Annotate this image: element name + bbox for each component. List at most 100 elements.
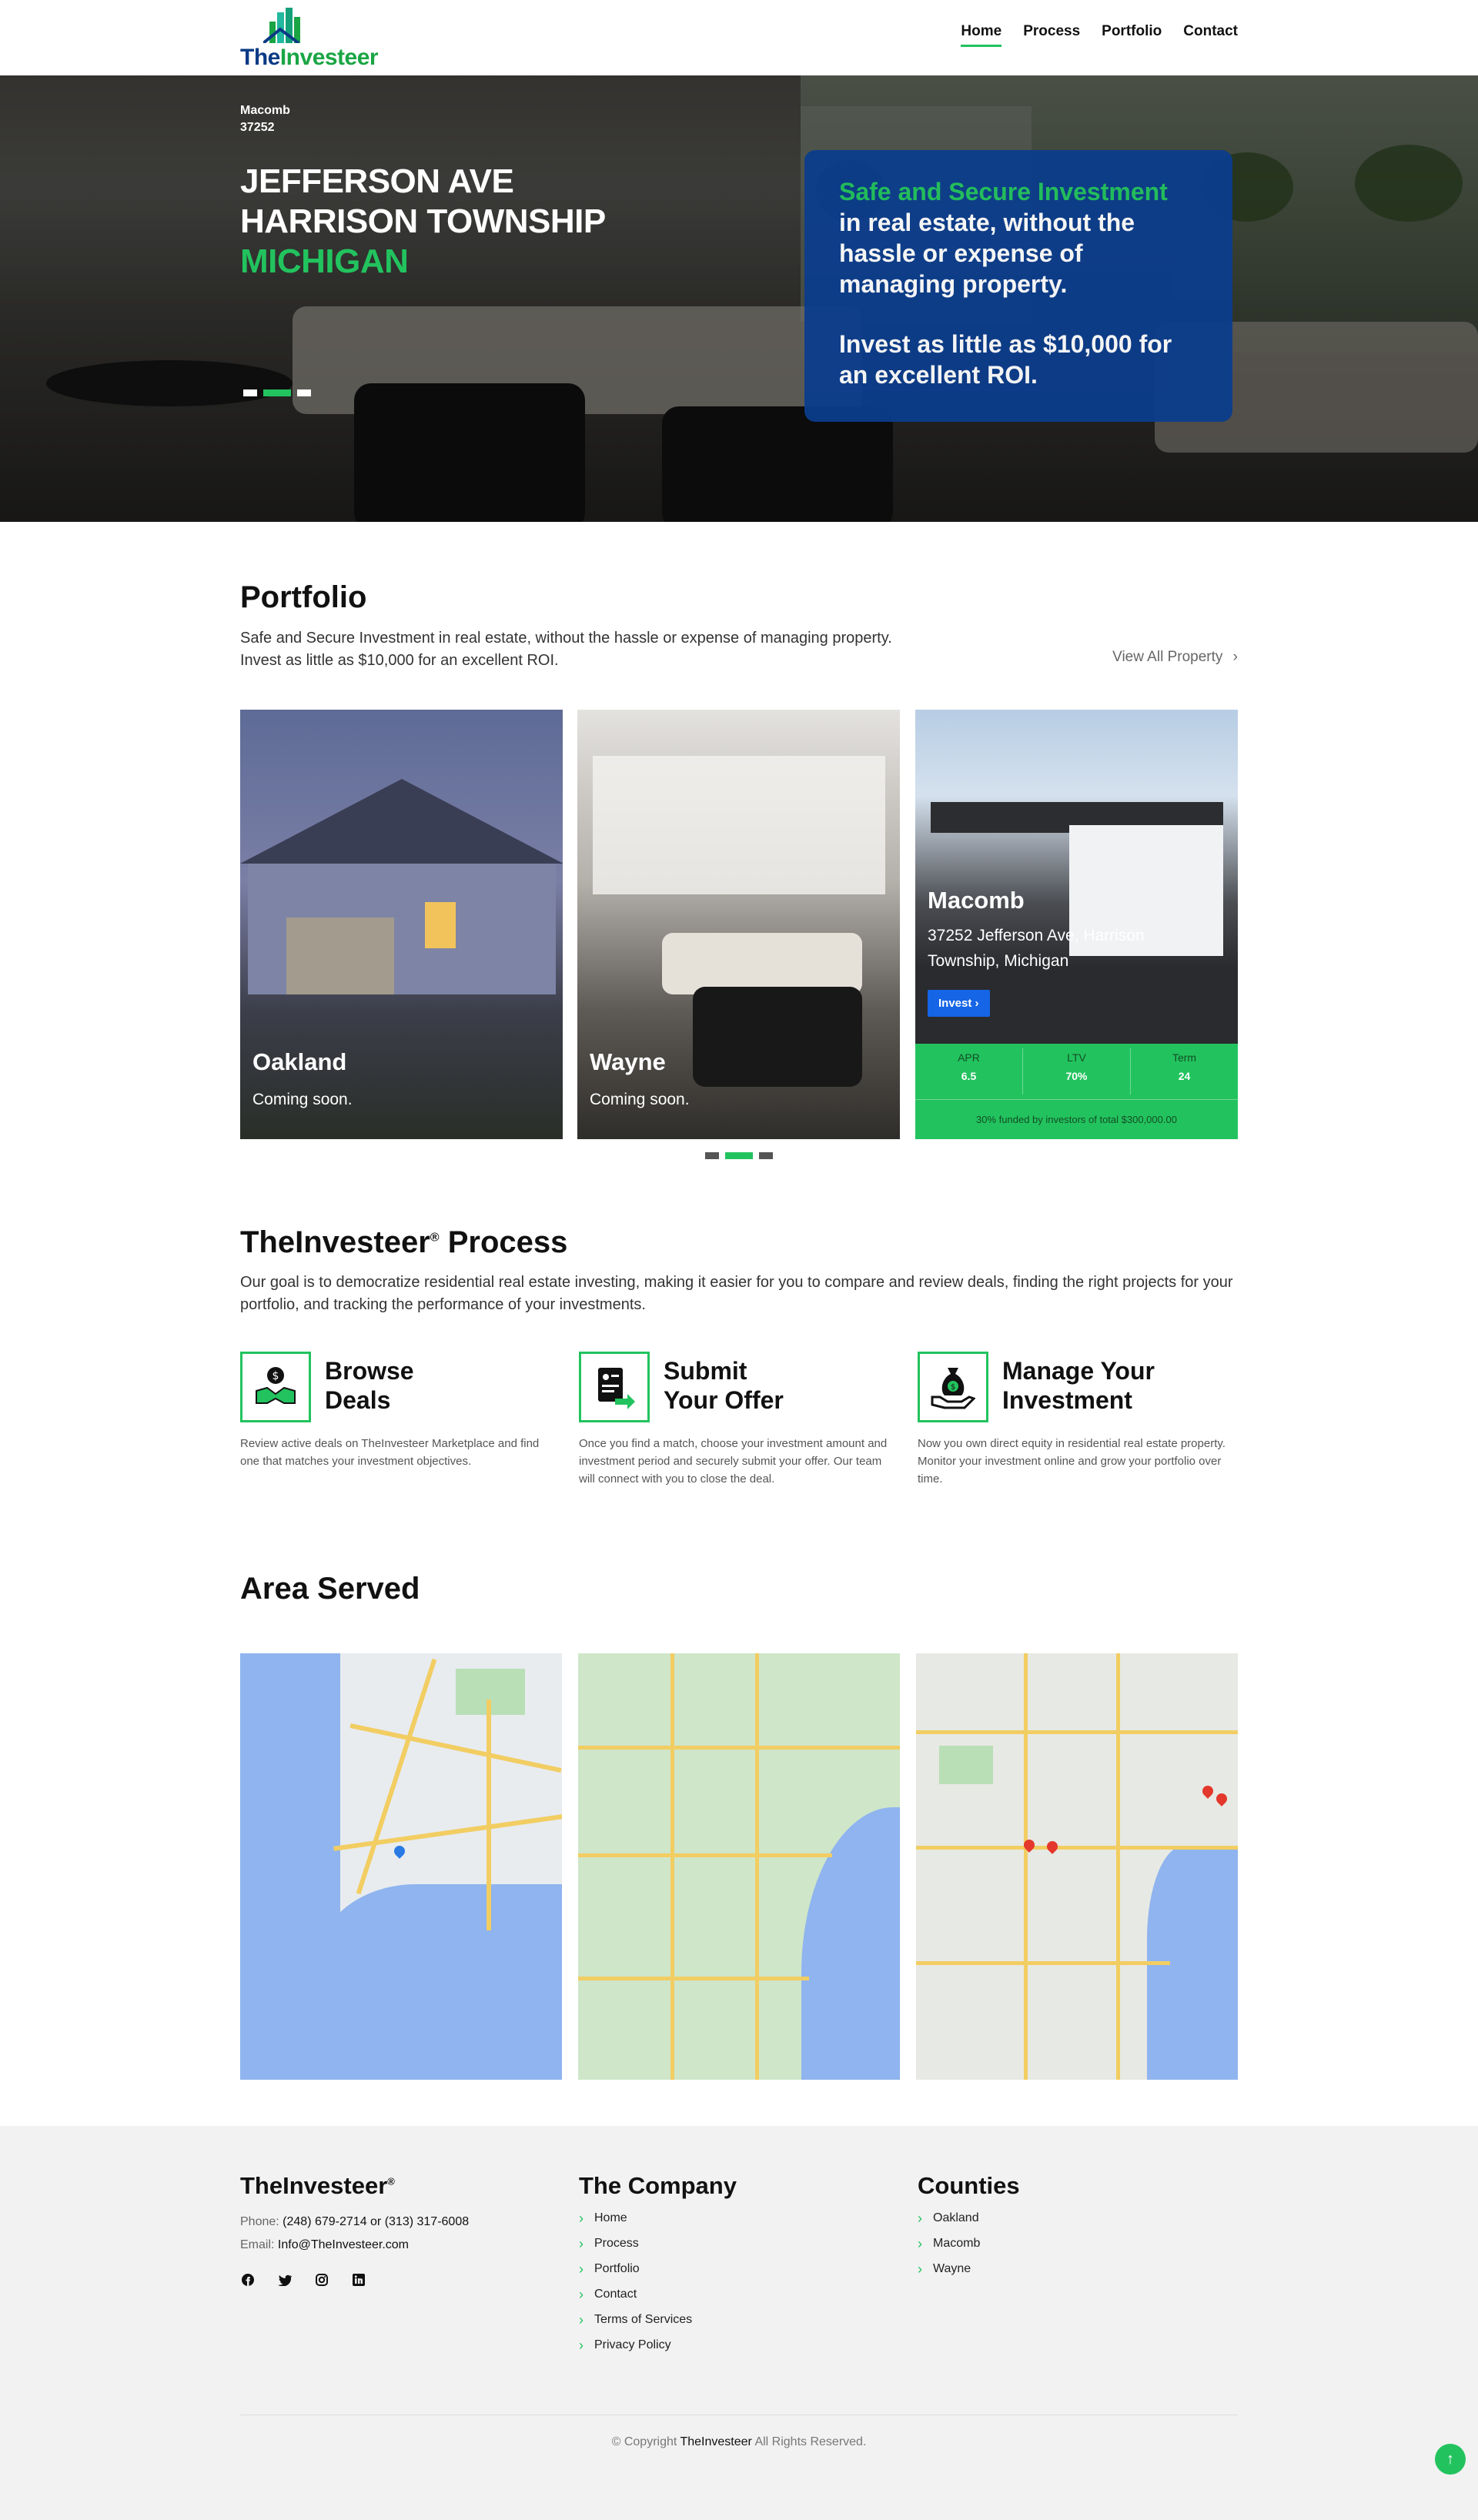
twitter-icon[interactable] [277,2272,293,2288]
hero-title-street: JEFFERSON AVE [240,162,514,200]
map-road [333,1814,562,1851]
property-card-macomb[interactable]: Macomb 37252 Jefferson Ave, Harrison Tow… [915,710,1238,1139]
footer-county-macomb[interactable]: › Macomb [918,2237,1020,2251]
stat-ltv: LTV 70% [1023,1048,1131,1095]
map-pin-icon [1200,1783,1216,1799]
map-water [317,1884,562,2080]
portfolio-subtitle: Safe and Secure Investment in real estat… [240,627,1010,672]
step-title-line: Manage Your [1002,1357,1155,1385]
copyright: © Copyright TheInvesteer All Rights Rese… [0,2435,1478,2449]
money-bag-hand-icon: $ [918,1352,988,1422]
room-chair [693,987,862,1087]
map-pin-icon [1045,1839,1060,1854]
chevron-right-icon: › [579,2312,584,2328]
nav-portfolio[interactable]: Portfolio [1102,23,1162,47]
footer-link-process[interactable]: › Process [579,2237,737,2251]
card-subtitle: Coming soon. [252,1091,353,1108]
hero-slider [0,75,1478,522]
step-description: Now you own direct equity in residential… [918,1437,1226,1486]
footer-link-home[interactable]: › Home [579,2211,737,2225]
room-window [593,756,885,894]
wayne-map[interactable] [916,1653,1238,2080]
logo-text: TheInvesteer [240,45,379,70]
copyright-prefix: © Copyright [611,2435,677,2448]
email-address[interactable]: Info@TheInvesteer.com [278,2238,409,2251]
process-title: TheInvesteer® Process [240,1225,1238,1260]
view-all-label: View All Property [1112,649,1223,665]
map-road [349,1723,562,1773]
garage-door [286,917,394,994]
footer-link-label: Macomb [933,2237,981,2250]
nav-process[interactable]: Process [1023,23,1080,47]
footer-link-contact[interactable]: › Contact [579,2288,737,2301]
map-road [578,1977,809,1980]
footer-county-oakland[interactable]: › Oakland [918,2211,1020,2225]
scroll-to-top-button[interactable]: ↑ [1435,2444,1466,2475]
map-road [916,1846,1238,1850]
portfolio-slider-dots [705,1152,773,1159]
footer-link-portfolio[interactable]: › Portfolio [579,2262,737,2276]
slider-dot[interactable] [297,389,311,396]
stat-apr: APR 6.5 [915,1048,1023,1095]
map-road [1116,1653,1120,2080]
linkedin-icon[interactable] [351,2272,366,2288]
chevron-right-icon: › [579,2338,584,2353]
handshake-money-icon: $ [240,1352,311,1422]
footer-county-wayne[interactable]: › Wayne [918,2262,1020,2276]
hero-county: Macomb [240,104,290,117]
footer-link-terms[interactable]: › Terms of Services [579,2313,737,2327]
footer-link-privacy[interactable]: › Privacy Policy [579,2338,737,2352]
step-title-line: Investment [1002,1386,1132,1414]
facebook-icon[interactable] [240,2272,256,2288]
stat-label: APR [958,1051,980,1064]
map-road [578,1853,832,1857]
hero-card-text: in real estate, without the hassle or ex… [839,209,1135,298]
email-label: Email: [240,2238,275,2251]
card-address: 37252 Jefferson Ave, Harrison Township, … [928,927,1145,970]
nav-contact[interactable]: Contact [1183,23,1238,47]
slider-dot[interactable] [243,389,257,396]
chevron-right-icon: › [1232,649,1238,665]
process-title-suffix: Process [439,1225,568,1259]
slider-dot-active[interactable] [725,1152,753,1159]
footer-contact: TheInvesteer® Phone: (248) 679-2714 or (… [240,2172,469,2288]
footer-link-label: Oakland [933,2211,979,2224]
nav-home[interactable]: Home [961,23,1002,47]
map-road [1024,1653,1028,2080]
footer-phone: Phone: (248) 679-2714 or (313) 317-6008 [240,2215,469,2229]
slider-dot[interactable] [705,1152,719,1159]
instagram-icon[interactable] [314,2272,329,2288]
card-title: Wayne [590,1048,666,1075]
step-title-line: Browse [325,1357,414,1385]
hero-overlay [0,75,1478,522]
footer-counties: Counties › Oakland › Macomb › Wayne [918,2172,1020,2276]
footer-email: Email: Info@TheInvesteer.com [240,2238,469,2252]
logo[interactable]: TheInvesteer [240,8,410,71]
slider-dot-active[interactable] [263,389,291,396]
view-all-property-link[interactable]: View All Property › [1112,649,1238,666]
hero-zip: 37252 [240,121,275,134]
room-sofa [662,933,862,994]
invest-button[interactable]: Invest › [928,990,990,1017]
oakland-map[interactable] [240,1653,562,2080]
footer-company: The Company › Home › Process › Portfolio › C… [579,2172,737,2352]
property-card-wayne[interactable]: Wayne Coming soon. [577,710,900,1139]
map-road [916,1730,1238,1734]
phone-number[interactable]: (248) 679-2714 or (313) 317-6008 [283,2215,469,2228]
hero-card-offer: Invest as little as $10,000 for an excel… [839,330,1172,389]
svg-text:$: $ [951,1383,955,1392]
hero-title-township: HARRISON TOWNSHIP [240,202,606,240]
macomb-map[interactable] [578,1653,900,2080]
step-title: Submit Your Offer [664,1356,784,1415]
property-card-oakland[interactable]: Oakland Coming soon. [240,710,563,1139]
step-title-line: Deals [325,1386,391,1414]
site-footer [0,2126,1478,2520]
hero-tag: Macomb 37252 [240,102,290,136]
chevron-right-icon: › [579,2211,584,2226]
hero-title-state: MICHIGAN [240,242,409,280]
slider-dot[interactable] [759,1152,773,1159]
step-title-line: Your Offer [664,1386,784,1414]
house-window-light [425,902,456,948]
map-road [670,1653,674,2080]
funded-note: 30% funded by investors of total $300,00… [915,1099,1238,1125]
